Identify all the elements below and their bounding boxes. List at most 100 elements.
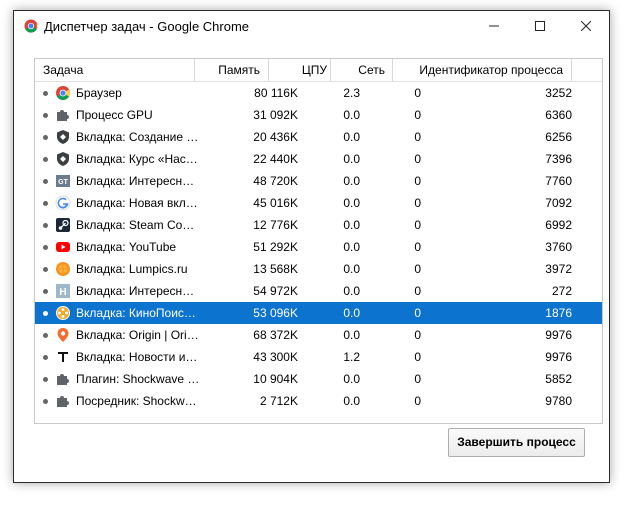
task-name: Плагин: Shockwave …	[76, 372, 200, 386]
network-value: 0	[414, 196, 421, 210]
cpu-value: 1.2	[343, 350, 360, 364]
network-value: 0	[414, 372, 421, 386]
task-name: Вкладка: Курс «Нас…	[76, 152, 198, 166]
process-id: 6256	[545, 130, 572, 144]
column-header-pid[interactable]: Идентификатор процесса	[393, 59, 572, 81]
table-row[interactable]: Вкладка: Новости и… 43 300K 1.2 0 9976	[35, 346, 602, 368]
film-reel-icon	[56, 306, 70, 320]
h-icon: H	[56, 284, 70, 298]
process-id: 7092	[545, 196, 572, 210]
row-bullet	[43, 399, 48, 404]
table-row[interactable]: Вкладка: КиноПоис… 53 096K 0.0 0 1876	[35, 302, 602, 324]
task-name: Посредник: Shockw…	[76, 394, 197, 408]
title-bar[interactable]: Диспетчер задач - Google Chrome	[14, 11, 609, 41]
close-icon	[581, 21, 591, 31]
table-row[interactable]: Плагин: Shockwave … 10 904K 0.0 0 5852	[35, 368, 602, 390]
table-header: Задача Память ЦПУ Сеть Идентификатор про…	[35, 59, 602, 82]
table-row[interactable]: Вкладка: YouTube 51 292K 0.0 0 3760	[35, 236, 602, 258]
cpu-value: 0.0	[343, 196, 360, 210]
table-row[interactable]: Вкладка: Новая вкл… 45 016K 0.0 0 7092	[35, 192, 602, 214]
maximize-button[interactable]	[517, 11, 563, 41]
row-bullet	[43, 91, 48, 96]
puzzle-icon	[57, 396, 69, 407]
process-id: 3972	[545, 262, 572, 276]
shield-icon	[57, 152, 69, 166]
network-value: 0	[414, 394, 421, 408]
process-id: 3760	[545, 240, 572, 254]
maximize-icon	[535, 21, 545, 31]
table-row[interactable]: Вкладка: Создание … 20 436K 0.0 0 6256	[35, 126, 602, 148]
shield-icon	[57, 130, 69, 144]
row-bullet	[43, 113, 48, 118]
column-header-network[interactable]: Сеть	[331, 59, 393, 81]
table-row[interactable]: Вкладка: Origin | Ori… 68 372K 0.0 0 9976	[35, 324, 602, 346]
memory-value: 48 720K	[253, 174, 298, 188]
cpu-value: 0.0	[343, 306, 360, 320]
process-id: 7396	[545, 152, 572, 166]
cpu-value: 0.0	[343, 130, 360, 144]
task-name: Вкладка: Lumpics.ru	[76, 262, 188, 276]
close-button[interactable]	[563, 11, 609, 41]
svg-text:GT: GT	[58, 179, 68, 186]
memory-value: 45 016K	[253, 196, 298, 210]
table-row[interactable]: Процесс GPU 31 092K 0.0 0 6360	[35, 104, 602, 126]
process-id: 9780	[545, 394, 572, 408]
minimize-button[interactable]	[471, 11, 517, 41]
task-name: Вкладка: Новости и…	[76, 350, 198, 364]
network-value: 0	[414, 130, 421, 144]
column-header-memory[interactable]: Память	[195, 59, 269, 81]
process-id: 6992	[545, 218, 572, 232]
cpu-value: 0.0	[343, 108, 360, 122]
table-row[interactable]: Вкладка: Steam Co… 12 776K 0.0 0 6992	[35, 214, 602, 236]
table-row[interactable]: Вкладка: Курс «Нас… 22 440K 0.0 0 7396	[35, 148, 602, 170]
process-id: 1876	[545, 306, 572, 320]
row-bullet	[43, 245, 48, 250]
cpu-value: 0.0	[343, 240, 360, 254]
table-row[interactable]: Вкладка: Lumpics.ru 13 568K 0.0 0 3972	[35, 258, 602, 280]
memory-value: 2 712K	[259, 394, 298, 408]
network-value: 0	[414, 174, 421, 188]
cpu-value: 0.0	[343, 262, 360, 276]
memory-value: 20 436K	[253, 130, 298, 144]
table-row[interactable]: Браузер 80 116K 2.3 0 3252	[35, 82, 602, 104]
end-process-button[interactable]: Завершить процесс	[448, 428, 585, 457]
process-id: 9976	[545, 328, 572, 342]
cpu-value: 2.3	[343, 86, 360, 100]
process-id: 3252	[545, 86, 572, 100]
memory-value: 54 972K	[253, 284, 298, 298]
column-header-cpu[interactable]: ЦПУ	[269, 59, 331, 81]
orange-icon	[56, 262, 70, 276]
column-header-task[interactable]: Задача	[35, 59, 195, 81]
row-bullet	[43, 267, 48, 272]
process-id: 5852	[545, 372, 572, 386]
cpu-value: 0.0	[343, 218, 360, 232]
origin-icon	[57, 328, 69, 342]
task-name: Процесс GPU	[76, 108, 153, 122]
memory-value: 80 116K	[254, 86, 298, 100]
table-row[interactable]: GT Вкладка: Интересн… 48 720K 0.0 0 7760	[35, 170, 602, 192]
svg-text:H: H	[59, 287, 66, 298]
chrome-icon	[56, 86, 70, 100]
cpu-value: 0.0	[343, 284, 360, 298]
task-name: Вкладка: Интересн…	[76, 284, 195, 298]
row-bullet	[43, 333, 48, 338]
network-value: 0	[414, 328, 421, 342]
memory-value: 12 776K	[253, 218, 298, 232]
network-value: 0	[414, 262, 421, 276]
cpu-value: 0.0	[343, 394, 360, 408]
table-row[interactable]: Посредник: Shockw… 2 712K 0.0 0 9780	[35, 390, 602, 412]
row-bullet	[43, 179, 48, 184]
row-bullet	[43, 157, 48, 162]
network-value: 0	[414, 152, 421, 166]
steam-icon	[56, 218, 70, 232]
chrome-icon	[24, 19, 38, 33]
row-bullet	[43, 355, 48, 360]
task-name: Вкладка: YouTube	[76, 240, 177, 254]
network-value: 0	[414, 108, 421, 122]
cpu-value: 0.0	[343, 152, 360, 166]
process-table: Задача Память ЦПУ Сеть Идентификатор про…	[34, 58, 603, 424]
network-value: 0	[414, 86, 421, 100]
memory-value: 13 568K	[253, 262, 298, 276]
task-name: Вкладка: КиноПоис…	[76, 306, 196, 320]
table-row[interactable]: H Вкладка: Интересн… 54 972K 0.0 0 272	[35, 280, 602, 302]
